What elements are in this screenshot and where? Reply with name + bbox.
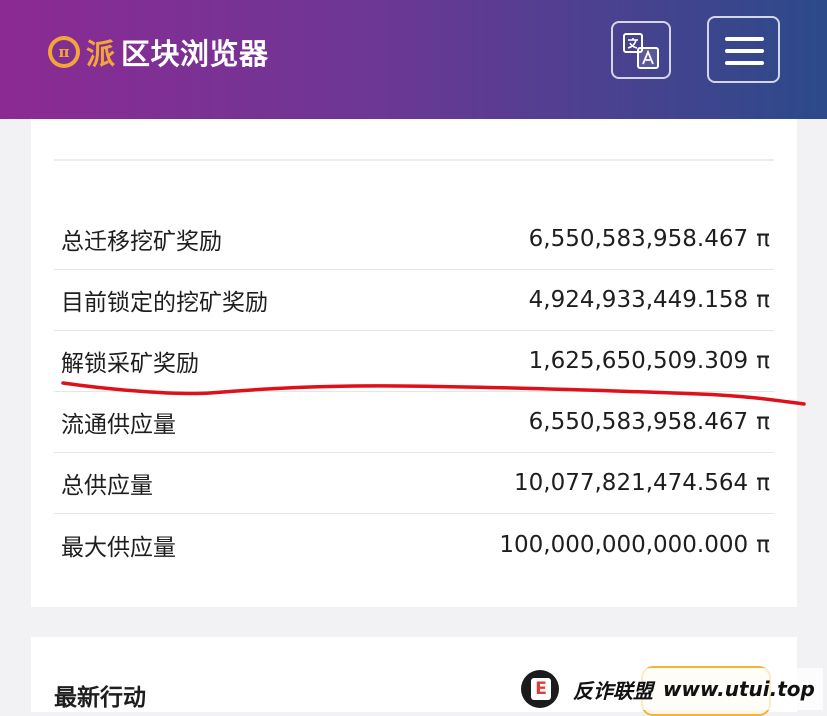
stat-label: 流通供应量 [61, 412, 176, 438]
pi-unit: π [756, 287, 770, 313]
pi-unit: π [756, 409, 770, 435]
stat-number: 4,924,933,449.158 [528, 287, 749, 313]
watermark-logo-glyph: E [531, 678, 551, 700]
stat-row-unlocked-rewards: 解锁采矿奖励 1,625,650,509.309 π [54, 331, 774, 392]
stat-value: 10,077,821,474.564 π [514, 470, 774, 496]
stat-value: 100,000,000,000.000 π [499, 532, 774, 558]
pi-logo-glyph: π [52, 40, 76, 64]
watermark-url: www.utui.top [663, 677, 815, 701]
stat-label: 总迁移挖矿奖励 [61, 229, 222, 255]
supply-stats-list: 总迁移挖矿奖励 6,550,583,958.467 π 目前锁定的挖矿奖励 4,9… [54, 209, 774, 575]
divider [54, 159, 774, 161]
stat-value: 4,924,933,449.158 π [529, 287, 774, 313]
stat-label: 最大供应量 [61, 534, 176, 561]
pi-logo-icon: π [48, 36, 80, 68]
stat-number: 1,625,650,509.309 [528, 348, 749, 374]
stat-label: 总供应量 [61, 473, 153, 499]
stat-label: 解锁采矿奖励 [61, 351, 199, 377]
app-header: π 派 区块浏览器 [0, 0, 827, 119]
section-title: 最新行动 [54, 685, 146, 711]
watermark-logo-icon: E [521, 670, 559, 708]
brand-pi-text: 派 [86, 37, 116, 71]
brand[interactable]: π 派 区块浏览器 [48, 34, 269, 71]
stat-value: 6,550,583,958.467 π [529, 226, 774, 252]
stat-row-locked-rewards: 目前锁定的挖矿奖励 4,924,933,449.158 π [54, 270, 774, 331]
stat-number: 6,550,583,958.467 [528, 226, 749, 252]
brand-title: 区块浏览器 [121, 37, 269, 71]
translate-button[interactable] [611, 21, 671, 79]
stat-value: 6,550,583,958.467 π [529, 409, 774, 435]
stat-row-circulating-supply: 流通供应量 6,550,583,958.467 π [54, 392, 774, 453]
pi-unit: π [756, 348, 770, 374]
menu-button[interactable] [707, 16, 780, 83]
stat-row-total-migrated-rewards: 总迁移挖矿奖励 6,550,583,958.467 π [54, 209, 774, 270]
stat-row-total-supply: 总供应量 10,077,821,474.564 π [54, 453, 774, 514]
watermark: E 反诈联盟 www.utui.top [521, 668, 823, 710]
stat-label: 目前锁定的挖矿奖励 [61, 290, 268, 316]
translate-icon [623, 33, 659, 69]
pi-unit: π [756, 226, 770, 252]
watermark-text: 反诈联盟 [573, 678, 653, 703]
stat-row-max-supply: 最大供应量 100,000,000,000.000 π [54, 514, 774, 575]
stat-value: 1,625,650,509.309 π [529, 348, 774, 374]
stat-number: 100,000,000,000.000 [499, 531, 749, 558]
stat-number: 6,550,583,958.467 [528, 409, 749, 435]
pi-unit: π [756, 531, 770, 558]
supply-card: 总迁移挖矿奖励 6,550,583,958.467 π 目前锁定的挖矿奖励 4,9… [31, 119, 797, 607]
stat-number: 10,077,821,474.564 [514, 470, 749, 496]
pi-unit: π [756, 470, 770, 496]
